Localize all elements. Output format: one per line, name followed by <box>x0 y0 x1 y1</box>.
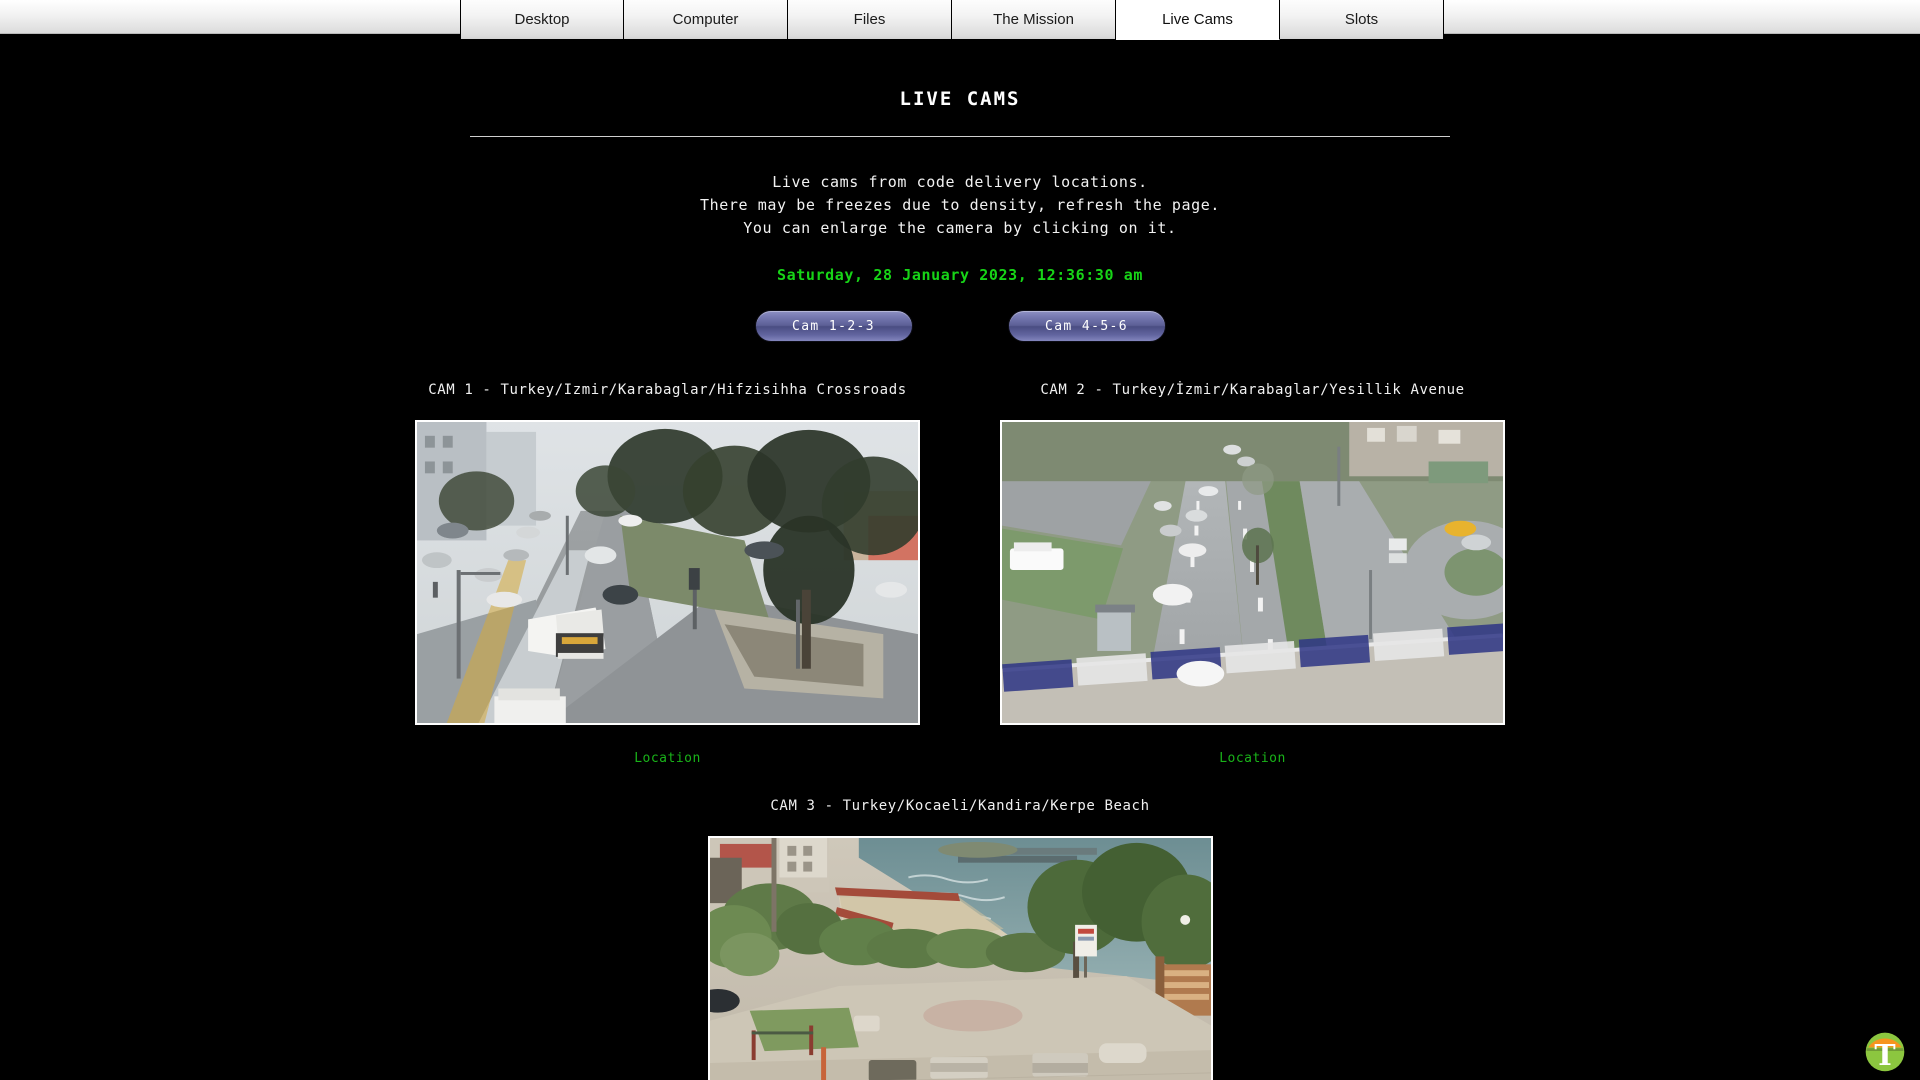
camera-group-buttons: Cam 1-2-3 Cam 4-5-6 <box>0 310 1920 342</box>
logo-icon: T <box>1865 1032 1905 1072</box>
tab-list: Desktop Computer Files The Mission Live … <box>460 0 1444 40</box>
intro-line-3: You can enlarge the camera by clicking o… <box>743 219 1177 237</box>
camera-1-location-row: Location <box>415 747 920 766</box>
site-logo: T <box>1862 1028 1908 1074</box>
camera-1-feed[interactable] <box>415 420 920 725</box>
tab-computer[interactable]: Computer <box>624 0 788 40</box>
camera-1-image <box>417 422 918 723</box>
camera-3-label: CAM 3 - Turkey/Kocaeli/Kandira/Kerpe Bea… <box>770 798 1150 814</box>
tab-bar-left-filler <box>0 0 460 34</box>
cam-123-button-label: Cam 1-2-3 <box>791 318 876 334</box>
title-divider <box>470 136 1450 137</box>
camera-grid-row-1: CAM 1 - Turkey/Izmir/Karabaglar/Hifzisih… <box>0 382 1920 766</box>
camera-2-location-row: Location <box>1000 747 1505 766</box>
cam-456-button-label: Cam 4-5-6 <box>1044 318 1129 334</box>
tab-desktop-label: Desktop <box>514 11 570 28</box>
tab-the-mission[interactable]: The Mission <box>952 0 1116 40</box>
camera-1-label: CAM 1 - Turkey/Izmir/Karabaglar/Hifzisih… <box>428 382 907 398</box>
cam-123-button[interactable]: Cam 1-2-3 <box>754 310 913 342</box>
tab-desktop[interactable]: Desktop <box>460 0 624 40</box>
live-cams-page: LIVE CAMS Live cams from code delivery l… <box>0 40 1920 1080</box>
browser-tab-bar: Desktop Computer Files The Mission Live … <box>0 0 1920 40</box>
intro-text-block: Live cams from code delivery locations. … <box>0 171 1920 240</box>
page-title: LIVE CAMS <box>899 88 1021 110</box>
intro-line-2: There may be freezes due to density, ref… <box>699 196 1221 214</box>
tab-slots[interactable]: Slots <box>1280 0 1444 40</box>
camera-2-image <box>1002 422 1503 723</box>
camera-1-location-link[interactable]: Location <box>634 751 701 766</box>
camera-2-label: CAM 2 - Turkey/İzmir/Karabaglar/Yesillik… <box>1040 382 1465 398</box>
tab-the-mission-label: The Mission <box>993 11 1074 28</box>
cam-456-button[interactable]: Cam 4-5-6 <box>1007 310 1166 342</box>
current-datetime: Saturday, 28 January 2023, 12:36:30 am <box>777 266 1143 284</box>
tab-files-label: Files <box>853 11 886 28</box>
camera-cell-1: CAM 1 - Turkey/Izmir/Karabaglar/Hifzisih… <box>415 382 920 766</box>
camera-3-image <box>709 838 1211 1080</box>
tab-computer-label: Computer <box>672 11 739 28</box>
camera-2-location-link[interactable]: Location <box>1219 751 1286 766</box>
logo-letter: T <box>1874 1038 1895 1072</box>
camera-3-feed[interactable] <box>707 836 1213 1080</box>
camera-2-feed[interactable] <box>1000 420 1505 725</box>
intro-line-1: Live cams from code delivery locations. <box>772 173 1148 191</box>
camera-cell-2: CAM 2 - Turkey/İzmir/Karabaglar/Yesillik… <box>1000 382 1505 766</box>
tab-live-cams[interactable]: Live Cams <box>1116 0 1280 40</box>
tab-bar-right-filler <box>1444 0 1920 34</box>
tab-live-cams-label: Live Cams <box>1162 11 1233 28</box>
tab-files[interactable]: Files <box>788 0 952 40</box>
tab-slots-label: Slots <box>1344 11 1379 28</box>
camera-grid-row-2: CAM 3 - Turkey/Kocaeli/Kandira/Kerpe Bea… <box>0 798 1920 1080</box>
